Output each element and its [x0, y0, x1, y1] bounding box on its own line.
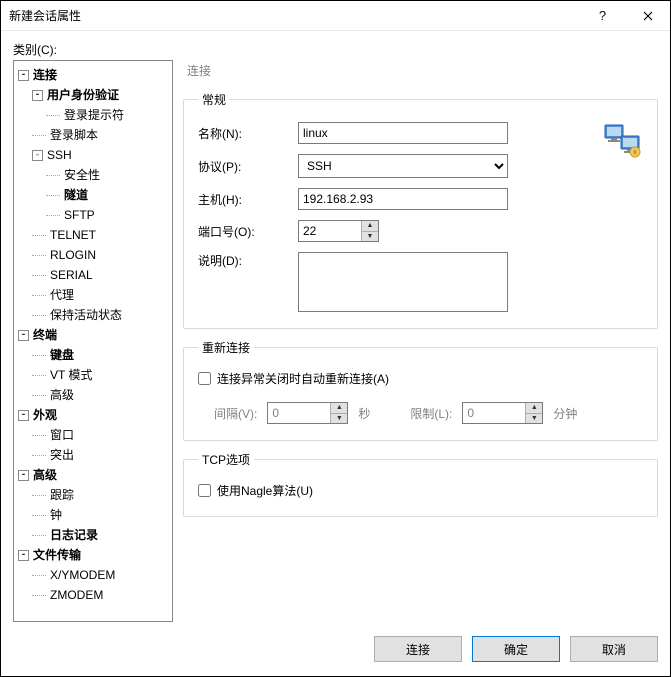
collapse-icon[interactable]: -	[32, 90, 43, 101]
dialog-window: 新建会话属性 ? 类别(C): -连接 -用户身份验证 登录提示符 登录脚本 -…	[0, 0, 671, 677]
limit-input	[463, 403, 525, 423]
name-input[interactable]	[298, 122, 508, 144]
tree-serial[interactable]: SERIAL	[50, 265, 93, 285]
tree-appearance[interactable]: 外观	[33, 405, 57, 425]
tree-window[interactable]: 窗口	[50, 425, 74, 445]
nagle-checkbox[interactable]: 使用Nagle算法(U)	[198, 482, 313, 499]
close-icon	[643, 11, 653, 21]
tree-ssh[interactable]: SSH	[47, 145, 72, 165]
collapse-icon[interactable]: -	[18, 550, 29, 561]
tcp-group: TCP选项 使用Nagle算法(U)	[183, 451, 658, 517]
auto-reconnect-label: 连接异常关闭时自动重新连接(A)	[217, 370, 389, 387]
host-input[interactable]	[298, 188, 508, 210]
tree-terminal[interactable]: 终端	[33, 325, 57, 345]
tree-tunnel[interactable]: 隧道	[64, 185, 88, 205]
spin-down-icon: ▼	[526, 414, 542, 424]
content: 类别(C): -连接 -用户身份验证 登录提示符 登录脚本 -SSH 安全性	[1, 31, 670, 622]
interval-spinner: ▲▼	[267, 402, 348, 424]
tcp-legend: TCP选项	[198, 451, 254, 468]
interval-unit: 秒	[358, 405, 370, 422]
tree-adv-term[interactable]: 高级	[50, 385, 74, 405]
auto-reconnect-input[interactable]	[198, 372, 211, 385]
spin-down-icon[interactable]: ▼	[362, 232, 378, 242]
spin-up-icon: ▲	[526, 403, 542, 414]
port-input[interactable]	[299, 221, 361, 241]
limit-unit: 分钟	[553, 405, 577, 422]
tree-login-prompt[interactable]: 登录提示符	[64, 105, 124, 125]
limit-label: 限制(L):	[410, 405, 452, 422]
protocol-select[interactable]: SSH	[298, 154, 508, 178]
general-group: 常规 名称(N): 协议(P): SSH	[183, 91, 658, 329]
panel-title: 连接	[183, 60, 658, 81]
interval-label: 间隔(V):	[214, 405, 257, 422]
nagle-input[interactable]	[198, 484, 211, 497]
cancel-button[interactable]: 取消	[570, 636, 658, 662]
collapse-icon[interactable]: -	[18, 410, 29, 421]
desc-textarea[interactable]	[298, 252, 508, 312]
titlebar: 新建会话属性 ?	[1, 1, 670, 31]
name-label: 名称(N):	[198, 125, 298, 142]
nagle-label: 使用Nagle算法(U)	[217, 482, 313, 499]
category-tree[interactable]: -连接 -用户身份验证 登录提示符 登录脚本 -SSH 安全性 隧道 SFTP	[13, 60, 173, 622]
collapse-icon[interactable]: -	[32, 150, 43, 161]
window-title: 新建会话属性	[9, 7, 580, 24]
tree-proxy[interactable]: 代理	[50, 285, 74, 305]
ok-button[interactable]: 确定	[472, 636, 560, 662]
tree-connection[interactable]: 连接	[33, 65, 57, 85]
desc-label: 说明(D):	[198, 252, 298, 269]
reconnect-legend: 重新连接	[198, 339, 254, 356]
tree-auth[interactable]: 用户身份验证	[47, 85, 119, 105]
collapse-icon[interactable]: -	[18, 330, 29, 341]
general-legend: 常规	[198, 91, 230, 108]
tree-vt[interactable]: VT 模式	[50, 365, 92, 385]
tree-sftp[interactable]: SFTP	[64, 205, 95, 225]
button-bar: 连接 确定 取消	[1, 622, 670, 676]
host-label: 主机(H):	[198, 191, 298, 208]
tree-highlight[interactable]: 突出	[50, 445, 74, 465]
protocol-label: 协议(P):	[198, 158, 298, 175]
tree-rlogin[interactable]: RLOGIN	[50, 245, 96, 265]
port-label: 端口号(O):	[198, 223, 298, 240]
reconnect-group: 重新连接 连接异常关闭时自动重新连接(A) 间隔(V): ▲▼ 秒 限制(L	[183, 339, 658, 441]
close-button[interactable]	[625, 1, 670, 31]
interval-input	[268, 403, 330, 423]
limit-spinner: ▲▼	[462, 402, 543, 424]
category-label: 类别(C):	[13, 41, 658, 58]
tree-file-transfer[interactable]: 文件传输	[33, 545, 81, 565]
connect-button[interactable]: 连接	[374, 636, 462, 662]
tree-keyboard[interactable]: 键盘	[50, 345, 74, 365]
tree-xymodem[interactable]: X/YMODEM	[50, 565, 115, 585]
spin-up-icon[interactable]: ▲	[362, 221, 378, 232]
spin-up-icon: ▲	[331, 403, 347, 414]
tree-keepalive[interactable]: 保持活动状态	[50, 305, 122, 325]
connection-icon	[603, 122, 643, 158]
collapse-icon[interactable]: -	[18, 470, 29, 481]
help-button[interactable]: ?	[580, 1, 625, 31]
port-spinner[interactable]: ▲▼	[298, 220, 379, 242]
spin-down-icon: ▼	[331, 414, 347, 424]
tree-logging[interactable]: 日志记录	[50, 525, 98, 545]
tree-advanced[interactable]: 高级	[33, 465, 57, 485]
tree-bell[interactable]: 钟	[50, 505, 62, 525]
tree-login-script[interactable]: 登录脚本	[50, 125, 98, 145]
settings-panel: 连接 常规 名称(N): 协议(P): SSH	[183, 60, 658, 622]
tree-telnet[interactable]: TELNET	[50, 225, 96, 245]
collapse-icon[interactable]: -	[18, 70, 29, 81]
tree-zmodem[interactable]: ZMODEM	[50, 585, 103, 605]
auto-reconnect-checkbox[interactable]: 连接异常关闭时自动重新连接(A)	[198, 370, 389, 387]
tree-trace[interactable]: 跟踪	[50, 485, 74, 505]
tree-security[interactable]: 安全性	[64, 165, 100, 185]
main-area: -连接 -用户身份验证 登录提示符 登录脚本 -SSH 安全性 隧道 SFTP	[13, 60, 658, 622]
